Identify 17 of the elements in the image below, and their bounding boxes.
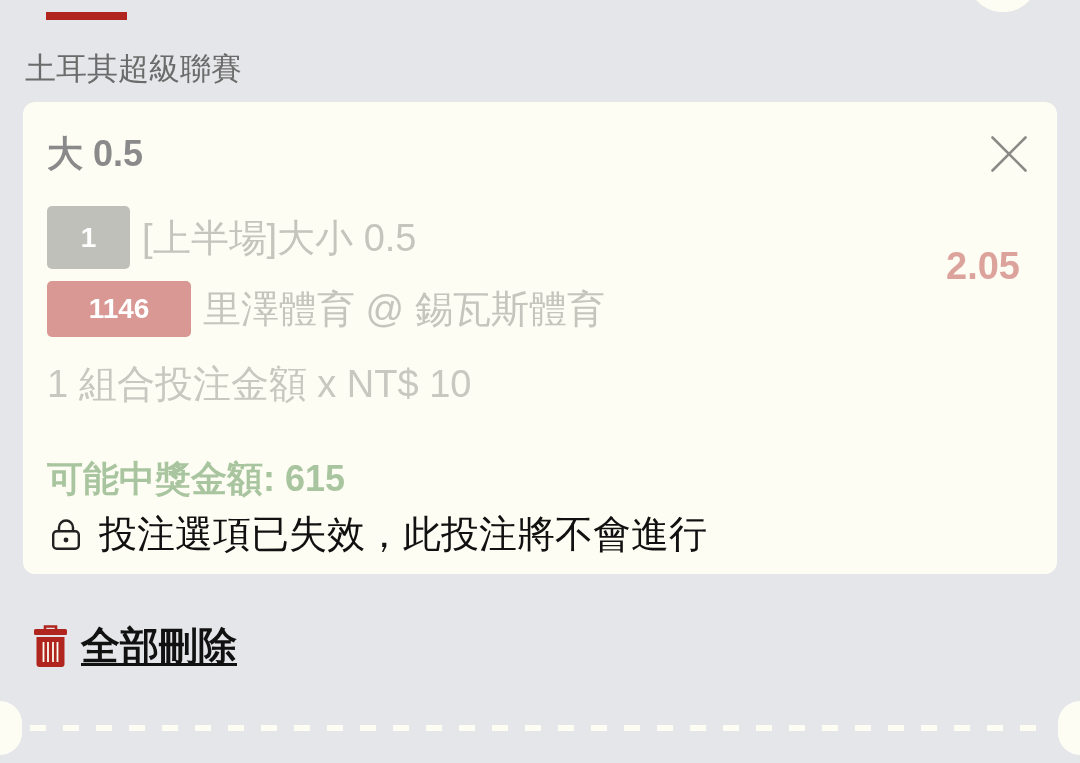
close-icon: [991, 135, 1027, 172]
number-badge: 1146: [47, 281, 191, 337]
odds-value: 2.05: [946, 245, 1020, 288]
selection-text: 里澤體育 @ 錫瓦斯體育: [203, 287, 605, 332]
close-button[interactable]: [991, 135, 1027, 172]
ticket-notch: [976, 0, 1030, 12]
ticket-notch: [0, 701, 22, 755]
potential-win-text: 可能中獎金額: 615: [47, 457, 347, 500]
league-title: 土耳其超級聯賽: [25, 50, 243, 87]
ticket-notch: [1058, 701, 1080, 755]
bet-title: 大 0.5: [47, 132, 144, 175]
lock-icon: [50, 518, 82, 550]
delete-all-link[interactable]: 全部刪除: [34, 622, 237, 670]
number-badge: 1: [47, 206, 130, 269]
notice-text: 投注選項已失效，此投注將不會進行: [99, 512, 707, 557]
selection-text: [上半場]大小 0.5: [142, 215, 417, 261]
trash-icon: [34, 625, 67, 667]
